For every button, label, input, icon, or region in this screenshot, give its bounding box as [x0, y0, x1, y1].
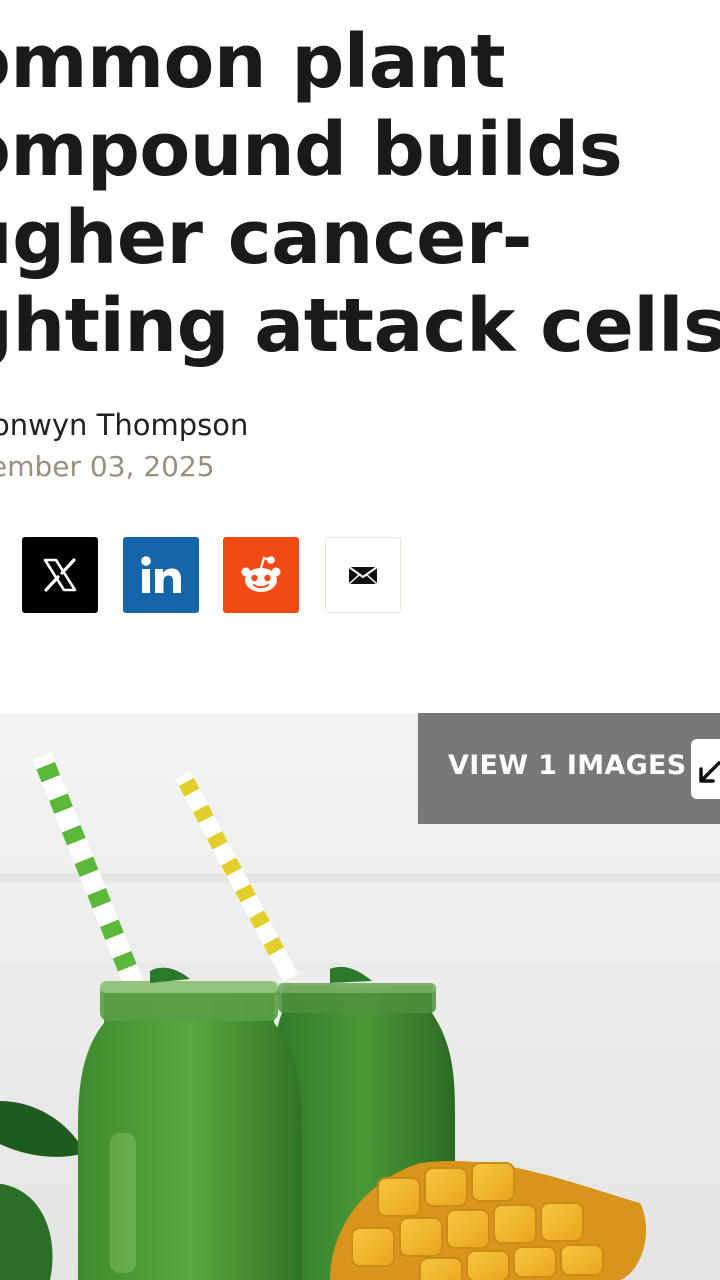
headline-line: ompound builds: [0, 107, 623, 193]
publish-date: ember 03, 2025: [0, 450, 215, 483]
linkedin-icon: [141, 556, 181, 593]
share-reddit-button[interactable]: [223, 537, 299, 613]
headline-line: ommon plant: [0, 19, 506, 105]
author-name[interactable]: onwyn Thompson: [0, 408, 248, 442]
expand-arrow-icon: [699, 761, 720, 783]
x-logo-icon: [43, 558, 77, 592]
share-email-button[interactable]: [325, 537, 401, 613]
headline-line: ghting attack cells: [0, 283, 720, 369]
view-images-label: VIEW 1 IMAGES: [448, 750, 687, 781]
headline-line: ugher cancer-: [0, 195, 533, 281]
share-linkedin-button[interactable]: [123, 537, 199, 613]
expand-button[interactable]: [691, 739, 720, 799]
share-x-button[interactable]: [22, 537, 98, 613]
view-images-button[interactable]: VIEW 1 IMAGES: [418, 713, 720, 824]
email-icon: [348, 566, 378, 585]
article-headline: ommon plant ompound builds ugher cancer-…: [0, 18, 720, 370]
reddit-icon: [241, 556, 281, 592]
article-page: ommon plant ompound builds ugher cancer-…: [0, 0, 720, 1280]
